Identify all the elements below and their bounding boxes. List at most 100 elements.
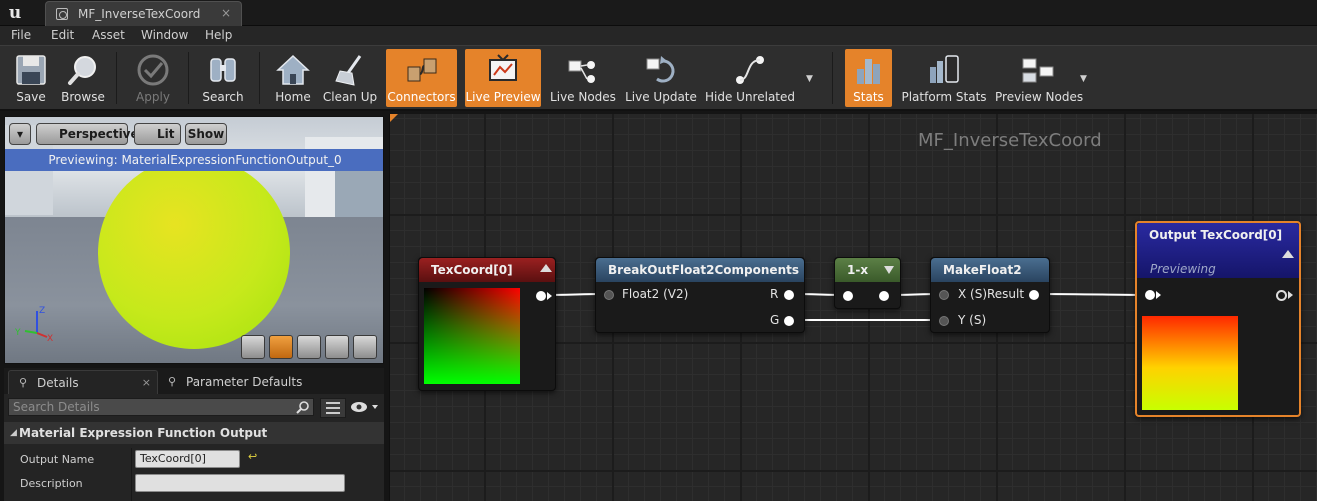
makefloat-result-pin[interactable] [1029, 290, 1039, 300]
output-output-pin[interactable] [1276, 290, 1287, 301]
makefloat-result-label: Result [987, 287, 1025, 301]
live-preview-button[interactable]: Live Preview [465, 49, 541, 107]
breakout-r-pin[interactable] [784, 290, 794, 300]
category-title: Material Expression Function Output [19, 426, 268, 440]
details-tab-bar: Details ⚲ × Parameter Defaults ⚲ [4, 368, 384, 394]
save-icon [16, 55, 46, 85]
search-details-input[interactable]: Search Details [8, 398, 314, 416]
texcoord-output-pin[interactable] [536, 291, 546, 301]
node-output-preview [1142, 316, 1238, 410]
category-material-expression-function-output[interactable]: ◢ Material Expression Function Output [4, 422, 384, 444]
menu-window[interactable]: Window [141, 28, 188, 42]
menu-help[interactable]: Help [205, 28, 232, 42]
eye-icon [351, 402, 378, 412]
view-options-button[interactable] [348, 398, 382, 418]
connectors-button[interactable]: Connectors [386, 49, 457, 107]
output-input-pin[interactable] [1145, 290, 1155, 300]
platform-stats-label: Platform Stats [901, 90, 987, 104]
node-output-texcoord[interactable]: Output TexCoord[0] Previewing [1135, 221, 1301, 417]
node-output-previewing: Previewing [1150, 262, 1216, 276]
category-collapse-icon: ◢ [10, 428, 17, 438]
property-matrix-button[interactable] [320, 398, 346, 418]
platform-stats-button[interactable]: Platform Stats [901, 49, 987, 107]
plane-mesh-button[interactable] [297, 335, 321, 359]
menu-asset[interactable]: Asset [92, 28, 125, 42]
cylinder-mesh-button[interactable] [241, 335, 265, 359]
magnifier-icon [68, 56, 96, 85]
toolbar-more-chevron-down-icon[interactable]: ▼ [1080, 74, 1090, 84]
svg-text:X: X [47, 334, 53, 343]
apply-button[interactable]: Apply [128, 49, 178, 107]
search-details-placeholder: Search Details [13, 400, 100, 414]
node-texcoord-title: TexCoord[0] [419, 258, 555, 282]
live-update-button[interactable]: Live Update [625, 49, 697, 107]
clean-up-button[interactable]: Clean Up [322, 49, 378, 107]
stats-icon [856, 59, 880, 84]
unreal-logo-icon[interactable]: u [4, 2, 26, 24]
node-breakout-float2[interactable]: BreakOutFloat2Components Float2 (V2) R G [595, 257, 805, 333]
collapse-arrow-icon[interactable] [1281, 248, 1295, 260]
breakout-r-label: R [770, 287, 779, 301]
title-bar: u MF_InverseTexCoord × [0, 0, 1317, 26]
sphere-mesh-button[interactable] [269, 335, 293, 359]
menu-file[interactable]: File [11, 28, 31, 42]
reset-to-default-icon[interactable]: ↩ [248, 450, 257, 463]
makefloat-x-pin[interactable] [939, 290, 949, 300]
preview-nodes-button[interactable]: Preview Nodes [995, 49, 1083, 107]
close-tab-icon[interactable]: × [221, 6, 231, 20]
platform-stats-icon [930, 55, 959, 83]
node-texcoord[interactable]: TexCoord[0] [418, 257, 556, 391]
material-graph-canvas[interactable]: MF_InverseTexCoord TexCoord[0] BreakOutF… [389, 114, 1317, 501]
show-button[interactable]: Show [185, 123, 227, 145]
save-label: Save [16, 90, 46, 104]
breakout-g-pin[interactable] [784, 316, 794, 326]
toolbar: Save Browse Apply Search Home Clean Up C… [0, 45, 1317, 111]
clean-up-label: Clean Up [322, 90, 378, 104]
live-nodes-button[interactable]: Live Nodes [549, 49, 617, 107]
connectors-icon [407, 58, 436, 82]
makefloat-y-pin[interactable] [939, 316, 949, 326]
node-output-title: Output TexCoord[0] [1149, 228, 1283, 242]
property-output-name: Output Name TexCoord[0] ↩ [4, 447, 384, 471]
preview-viewport[interactable]: ▾ Perspective Lit Show Previewing: Mater… [4, 116, 384, 364]
collapse-arrow-icon[interactable] [539, 262, 553, 274]
show-label: Show [187, 127, 225, 141]
save-button[interactable]: Save [6, 49, 56, 107]
cube-mesh-button[interactable] [325, 335, 349, 359]
viewport-options-chevron-down-icon[interactable]: ▾ [9, 123, 31, 145]
previewing-banner: Previewing: MaterialExpressionFunctionOu… [5, 149, 383, 171]
expand-arrow-icon[interactable] [883, 265, 895, 275]
description-field[interactable] [135, 474, 345, 492]
texcoord-output-arrow-icon [547, 292, 552, 300]
home-button[interactable]: Home [270, 49, 316, 107]
material-function-icon [56, 8, 68, 20]
node-makefloat2[interactable]: MakeFloat2 X (S) Result Y (S) [930, 257, 1050, 333]
hide-unrelated-button[interactable]: Hide Unrelated [705, 49, 795, 107]
live-nodes-icon [568, 60, 595, 83]
monitor-icon [489, 54, 517, 81]
node-one-minus[interactable]: 1-x [834, 257, 901, 309]
live-preview-label: Live Preview [465, 90, 541, 104]
tab-details[interactable]: Details ⚲ × [8, 370, 158, 394]
description-label: Description [20, 477, 83, 490]
browse-button[interactable]: Browse [58, 49, 108, 107]
perspective-button[interactable]: Perspective [36, 123, 139, 145]
close-tab-icon[interactable]: × [142, 371, 151, 395]
document-tab[interactable]: MF_InverseTexCoord × [45, 1, 242, 26]
graph-corner-marker [390, 114, 398, 122]
menu-edit[interactable]: Edit [51, 28, 74, 42]
toolbar-overflow-chevron-down-icon[interactable]: ▼ [806, 74, 816, 84]
output-name-field[interactable]: TexCoord[0] [135, 450, 240, 468]
search-button[interactable]: Search [198, 49, 248, 107]
stats-button[interactable]: Stats [845, 49, 892, 107]
live-update-label: Live Update [625, 90, 697, 104]
tab-parameter-defaults[interactable]: Parameter Defaults ⚲ [160, 370, 306, 394]
broom-icon [335, 55, 362, 86]
one-minus-output-pin[interactable] [879, 291, 889, 301]
breakout-input-pin[interactable] [604, 290, 614, 300]
lit-button[interactable]: Lit [134, 123, 181, 145]
graph-title: MF_InverseTexCoord [918, 130, 1102, 151]
node-texcoord-preview [424, 288, 520, 384]
custom-mesh-button[interactable] [353, 335, 377, 359]
one-minus-input-pin[interactable] [843, 291, 853, 301]
